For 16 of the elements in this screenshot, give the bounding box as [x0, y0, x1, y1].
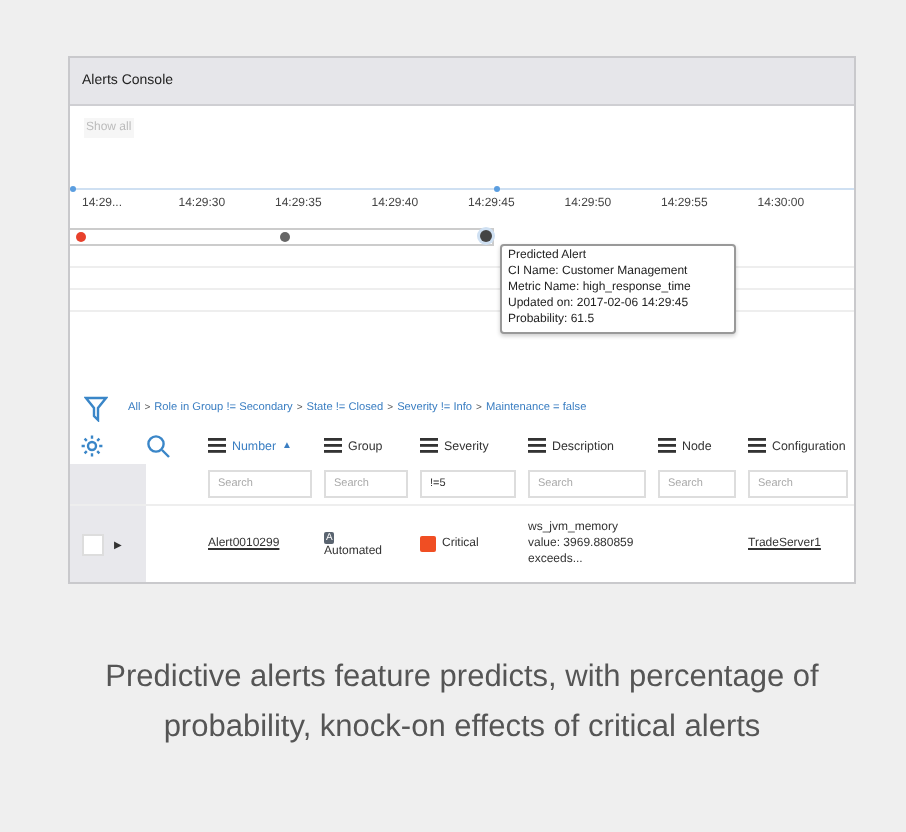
menu-icon[interactable] — [658, 438, 676, 454]
event-dot[interactable] — [76, 232, 86, 242]
event-dot[interactable] — [480, 230, 492, 242]
axis-marker-icon — [70, 186, 76, 192]
search-icon[interactable] — [146, 434, 170, 458]
menu-icon[interactable] — [748, 438, 766, 454]
row-checkbox[interactable] — [82, 533, 104, 555]
menu-icon[interactable] — [528, 438, 546, 454]
caption: Predictive alerts feature predicts, with percentage of probability, knock-on effects of critical alerts — [103, 658, 821, 748]
menu-icon[interactable] — [324, 438, 342, 454]
axis-marker-icon — [494, 186, 500, 192]
menu-icon[interactable] — [208, 438, 226, 454]
event-dot[interactable] — [280, 232, 290, 242]
filter-icon — [84, 395, 108, 421]
menu-icon[interactable] — [420, 438, 438, 454]
settings-icon[interactable] — [80, 434, 104, 458]
